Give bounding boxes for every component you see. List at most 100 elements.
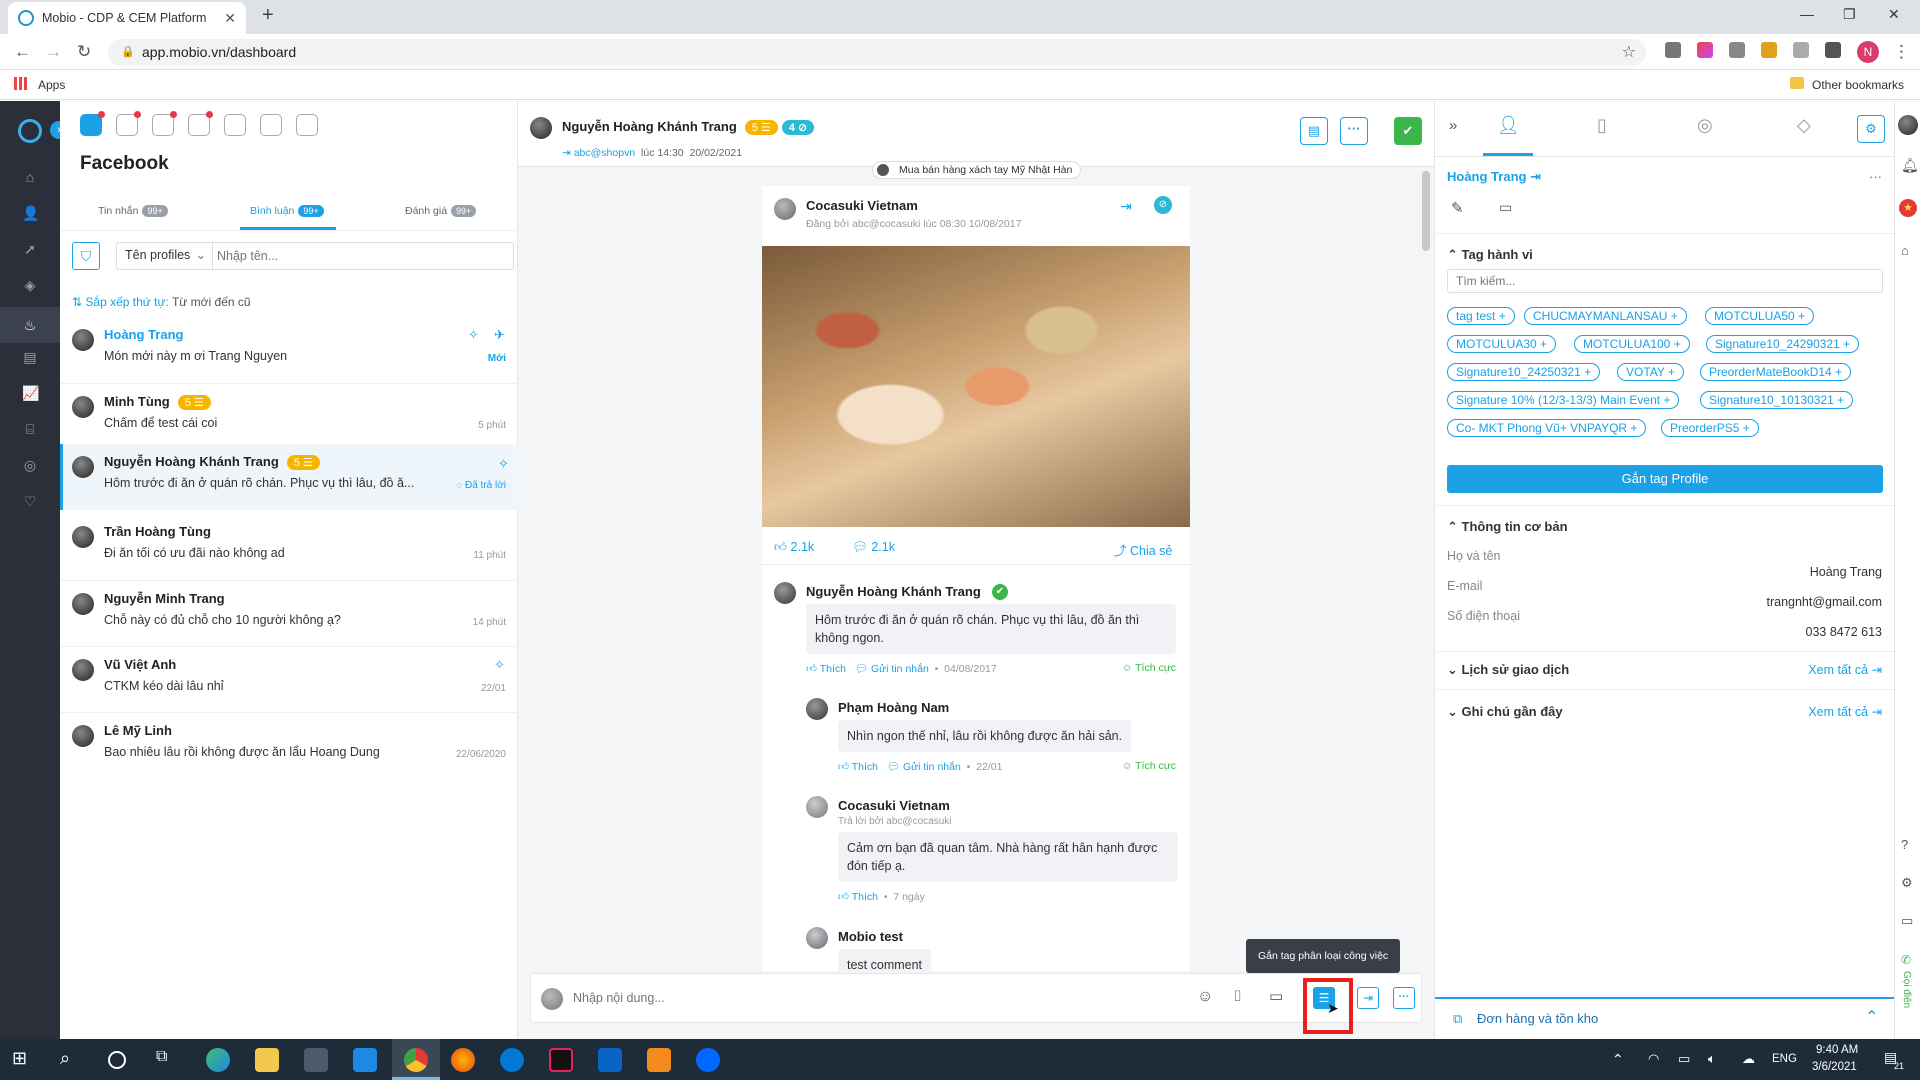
tag-chip[interactable]: Signature10_24290321 + [1706,335,1860,353]
open-external-icon[interactable]: ⇥ [1120,198,1132,215]
support-tab-icon[interactable]: ◎ [1697,115,1713,136]
file-explorer-icon[interactable] [255,1048,279,1072]
tag-chip[interactable]: MOTCULUA30 + [1447,335,1557,353]
history-see-all[interactable]: Xem tất cả ⇥ [1808,662,1882,677]
document-icon[interactable]: ▤ [22,349,38,365]
filter-icon[interactable]: ⛉ [72,242,100,270]
conversation-item[interactable]: Minh Tùng 5 ☰ Chấm để test cái coi 5 phút [60,383,518,449]
scrollbar-thumb[interactable] [1422,171,1430,251]
user-avatar[interactable] [1898,115,1918,135]
apps-grid-icon[interactable] [14,77,27,90]
jetbrains-icon[interactable] [549,1048,573,1072]
notes-icon[interactable]: ▤ [1300,117,1328,145]
tag-section-header[interactable]: ⌃ Tag hành vi [1447,247,1533,263]
browser-tab[interactable]: Mobio - CDP & CEM Platform ✕ [8,2,246,34]
filter-field-select[interactable]: Tên profiles ⌄ [117,243,213,269]
other-bookmarks[interactable]: Other bookmarks [1812,78,1904,92]
basic-info-header[interactable]: ⌃ Thông tin cơ bản [1447,519,1568,535]
message-input[interactable] [573,984,1173,1012]
profile-name-link[interactable]: Hoàng Trang ⇥ [1447,169,1541,185]
zalo-icon[interactable] [696,1048,720,1072]
chart-icon[interactable]: 📈 [22,385,39,401]
tag-chip[interactable]: CHUCMAYMANLANSAU + [1524,307,1687,325]
note-icon[interactable]: ▭ [1499,199,1512,216]
chrome-menu-icon[interactable]: ⋮ [1893,42,1910,62]
store-icon[interactable]: ⌂ [1901,243,1909,258]
restore-icon[interactable]: ❐ [1843,6,1856,23]
color-ext-icon[interactable] [1697,42,1713,58]
back-icon[interactable]: ← [14,42,31,62]
user-icon[interactable]: 👤 [22,205,39,221]
tag-chip[interactable]: Co- MKT Phong Vũ+ VNPAYQR + [1447,419,1647,437]
chevron-up-icon[interactable]: ⌃ [1865,1007,1878,1027]
like-button[interactable]: 👍︎ Thích [838,761,878,773]
search-icon[interactable]: ⌕ [60,1048,84,1072]
tag-chip[interactable]: PreorderPS5 + [1661,419,1759,437]
share-button[interactable]: ⤴ Chia sẻ [1114,540,1172,559]
tab-reviews[interactable]: Đánh giá 99+ [405,205,477,218]
bank-icon[interactable]: ⌸ [22,421,38,437]
chat-channel-icon[interactable] [260,114,282,136]
conversation-item[interactable]: Trần Hoàng Tùng Đi ăn tối có ưu đãi nào … [60,514,518,580]
edge-icon[interactable] [206,1048,230,1072]
conversation-item[interactable]: Nguyễn Minh Trang Chỗ này có đủ chỗ cho … [60,580,518,646]
call-label[interactable]: Gọi điện [1901,971,1912,1008]
url-input[interactable]: 🔒 app.mobio.vn/dashboard ☆ [108,39,1646,66]
tab-messages[interactable]: Tin nhắn 99+ [98,205,168,218]
more-options-icon[interactable]: ··· [1340,117,1368,145]
conversation-item[interactable]: Vũ Việt Anh CTKM kéo dài lâu nhỉ 22/01 ✧ [60,646,518,712]
webchat-channel-icon[interactable] [188,111,213,136]
clock-time[interactable]: 9:40 AM [1816,1044,1858,1056]
extensions-puzzle-icon[interactable] [1825,42,1841,58]
history-header[interactable]: ⌄ Lịch sử giao dịch [1447,662,1569,678]
composer-more-icon[interactable]: ··· [1393,987,1415,1009]
home-icon[interactable]: ⌂ [22,169,38,185]
tag-chip[interactable]: Signature10_24250321 + [1447,363,1601,381]
tray-chevron-icon[interactable]: ⌃ [1612,1051,1624,1068]
tag-icon[interactable]: ◈ [22,277,38,293]
new-tab-icon[interactable]: + [262,4,274,27]
handshake-tab-icon[interactable]: ◇ [1797,115,1811,136]
firefox-icon[interactable] [451,1048,475,1072]
tag-search-input[interactable] [1447,269,1883,293]
tag-chip[interactable]: MOTCULUA50 + [1705,307,1815,325]
assign-icon[interactable]: ✧ [468,327,479,343]
phone-icon[interactable]: ✆ [1901,953,1911,967]
notebook-tab-icon[interactable]: ▯ [1597,115,1607,136]
emoji-icon[interactable]: ☺ [1197,988,1213,1006]
settings-circle-icon[interactable]: ◎ [22,457,38,473]
mobio-logo-icon[interactable] [18,119,42,143]
tab-comments[interactable]: Bình luận 99+ [250,205,324,218]
close-tab-icon[interactable]: ✕ [224,10,236,27]
rocket-icon[interactable]: ➚ [22,241,38,257]
sort-row[interactable]: ⇅ Sắp xếp thứ tự: Từ mới đến cũ [72,295,251,309]
font-ext-icon[interactable] [1793,42,1809,58]
star-icon[interactable]: ★ [1899,199,1917,217]
pin-ext-icon[interactable] [1761,42,1777,58]
quick-reply-icon[interactable]: ▭ [1269,987,1283,1005]
apps-link[interactable]: Apps [38,78,65,92]
profile-more-icon[interactable]: ··· [1869,169,1882,184]
camera-ext-icon[interactable] [1729,42,1745,58]
profile-search-input[interactable] [217,243,507,269]
notes-see-all[interactable]: Xem tất cả ⇥ [1808,704,1882,719]
resolve-check-icon[interactable]: ✔ [1394,117,1422,145]
sidebar-item-active[interactable]: ♨ [0,307,60,343]
conversation-item[interactable]: Lê Mỹ Linh Bao nhiêu lâu rồi không được … [60,712,518,778]
assign-icon[interactable]: ✧ [498,456,509,472]
tag-chip[interactable]: VOTAY + [1617,363,1685,381]
task-view-icon[interactable]: ⧉ [156,1048,180,1072]
onedrive-icon[interactable]: ☁ [1742,1051,1755,1067]
tag-chip[interactable]: Signature 10% (12/3-13/3) Main Event + [1447,391,1680,409]
help-icon[interactable]: ? [1901,837,1908,852]
post-likes[interactable]: 👍︎ 2.1k [774,540,814,555]
camera-icon[interactable]: ⌷ [1233,988,1242,1005]
send-message-button[interactable]: 💬︎ Gửi tin nhắn [887,761,961,773]
bookmark-star-icon[interactable]: ☆ [1622,39,1636,66]
mobile-channel-icon[interactable] [296,114,318,136]
tag-post-icon[interactable]: ⊘ [1154,196,1172,214]
like-button[interactable]: 👍︎ Thích [806,663,846,675]
close-window-icon[interactable]: ✕ [1888,6,1900,23]
assign-tag-button[interactable]: Gắn tag Profile [1447,465,1883,493]
facebook-channel-icon[interactable] [80,111,105,136]
